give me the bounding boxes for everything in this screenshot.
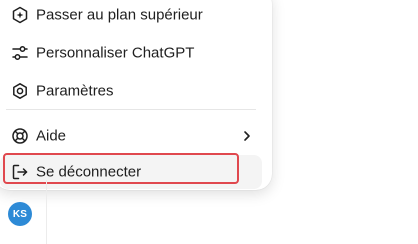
upgrade-icon — [10, 5, 30, 25]
menu-item-label: Se déconnecter — [36, 163, 142, 181]
menu-item-label: Passer au plan supérieur — [36, 6, 203, 24]
menu-item-label: Paramètres — [36, 82, 114, 100]
app-screen: Passer au plan supérieur Personnaliser C… — [0, 0, 418, 244]
menu-item-customize-chatgpt[interactable]: Personnaliser ChatGPT — [0, 36, 262, 70]
chevron-right-icon — [240, 129, 254, 143]
menu-separator — [6, 109, 256, 110]
menu-item-help[interactable]: Aide — [0, 119, 262, 153]
logout-icon — [10, 162, 30, 182]
menu-item-label: Personnaliser ChatGPT — [36, 44, 195, 62]
account-menu: Passer au plan supérieur Personnaliser C… — [0, 0, 272, 190]
sidebar-divider — [46, 180, 47, 244]
menu-item-logout[interactable]: Se déconnecter — [0, 155, 262, 189]
gear-icon — [10, 81, 30, 101]
lifebuoy-icon — [10, 126, 30, 146]
menu-item-upgrade-plan[interactable]: Passer au plan supérieur — [0, 0, 262, 32]
menu-item-label: Aide — [36, 127, 67, 145]
menu-item-settings[interactable]: Paramètres — [0, 74, 262, 108]
user-avatar[interactable]: KS — [8, 202, 32, 226]
sliders-icon — [10, 43, 30, 63]
